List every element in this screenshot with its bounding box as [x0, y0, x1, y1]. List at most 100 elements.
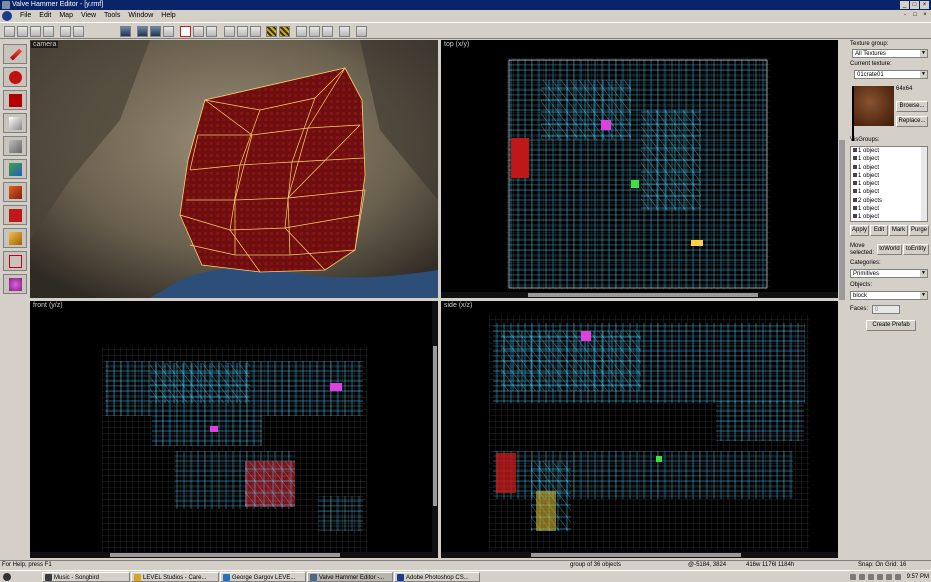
document-icon[interactable] [2, 11, 12, 21]
path-tool[interactable] [3, 274, 27, 294]
menu-view[interactable]: View [77, 10, 100, 22]
categories-select[interactable]: Primitives ▼ [850, 269, 928, 278]
clipping-tool[interactable] [3, 228, 27, 248]
side-viewport[interactable]: side (x/z) [441, 301, 838, 558]
top-viewport[interactable]: top (x/y) [441, 40, 838, 298]
visible-icon[interactable] [853, 189, 857, 194]
visible-icon[interactable] [853, 214, 857, 219]
front-hscroll[interactable] [30, 552, 438, 558]
tray-icon[interactable] [858, 574, 865, 580]
browse-button[interactable]: Browse... [896, 101, 928, 112]
front-vscroll-thumb[interactable] [433, 346, 437, 506]
visgroups-list[interactable]: 1 object 1 object 1 object 1 object 1 ob… [850, 146, 928, 222]
menu-map[interactable]: Map [55, 10, 77, 22]
entity-tool[interactable] [3, 113, 27, 133]
front-viewport[interactable]: front (y/z) [30, 301, 438, 558]
carve-icon[interactable] [120, 26, 131, 37]
minimize-button[interactable]: _ [900, 1, 909, 9]
edit-button[interactable]: Edit [870, 225, 888, 236]
task-level-studios[interactable]: LEVEL Studios - Care... [131, 572, 219, 582]
size-icon[interactable] [296, 26, 307, 37]
grid-3d-icon[interactable] [43, 26, 54, 37]
top-hscroll-thumb[interactable] [528, 293, 758, 297]
task-george-gargov[interactable]: George Gargov LEVE... [220, 572, 306, 582]
list-item[interactable]: 1 object [851, 205, 927, 213]
visible-icon[interactable] [853, 172, 857, 177]
to-world-button[interactable]: toWorld [877, 244, 902, 255]
top-hscroll[interactable] [441, 292, 838, 298]
start-button[interactable] [1, 572, 41, 582]
grid-toggle-icon[interactable] [4, 26, 15, 37]
grid-smaller-icon[interactable] [17, 26, 28, 37]
magnify-tool[interactable] [3, 67, 27, 87]
visgroups-scrollbar[interactable] [921, 147, 927, 221]
task-songbird[interactable]: Music - Songbird [42, 572, 130, 582]
block-tool[interactable] [3, 136, 27, 156]
current-texture-select[interactable]: 01crate01 ▼ [854, 70, 928, 79]
task-photoshop[interactable]: Adobe Photoshop CS... [394, 572, 480, 582]
camera-viewport[interactable]: camera [30, 40, 438, 298]
menu-help[interactable]: Help [157, 10, 179, 22]
front-vscroll[interactable] [432, 301, 438, 552]
copy-icon[interactable] [237, 26, 248, 37]
vertical-splitter[interactable] [839, 40, 845, 558]
tray-icon[interactable] [876, 574, 883, 580]
purge-button[interactable]: Purge [909, 225, 929, 236]
texture-tool[interactable] [3, 159, 27, 179]
apply-texture-tool[interactable] [3, 182, 27, 202]
ignore-group-icon[interactable] [206, 26, 217, 37]
texture-lock-icon[interactable] [322, 26, 333, 37]
vertex-manipulation-tool[interactable] [3, 251, 27, 271]
unhide-icon[interactable] [193, 26, 204, 37]
volume-icon[interactable] [894, 574, 901, 580]
list-item[interactable]: 1 object [851, 155, 927, 163]
visible-icon[interactable] [853, 206, 857, 211]
replace-button[interactable]: Replace... [896, 116, 928, 127]
maximize-button[interactable]: □ [910, 1, 919, 9]
texture-preview-image[interactable] [854, 86, 894, 126]
list-item[interactable]: 1 object [851, 180, 927, 188]
visible-icon[interactable] [853, 197, 857, 202]
list-item[interactable]: 1 object [851, 164, 927, 172]
tray-icon[interactable] [867, 574, 874, 580]
selection-tool[interactable] [3, 44, 27, 64]
clip-icon[interactable] [309, 26, 320, 37]
top-vscroll-thumb[interactable] [839, 140, 845, 300]
front-hscroll-thumb[interactable] [110, 553, 340, 557]
map-info-icon[interactable] [60, 26, 71, 37]
visible-icon[interactable] [853, 148, 857, 152]
grid-larger-icon[interactable] [30, 26, 41, 37]
visible-icon[interactable] [853, 164, 857, 169]
menu-file[interactable]: File [16, 10, 35, 22]
hollow-icon[interactable] [137, 26, 148, 37]
cut-icon[interactable] [224, 26, 235, 37]
paste-icon[interactable] [250, 26, 261, 37]
list-item[interactable]: 2 objects [851, 197, 927, 205]
decal-tool[interactable] [3, 205, 27, 225]
to-entity-button[interactable]: toEntity [903, 244, 929, 255]
list-item[interactable]: 1 object [851, 213, 927, 221]
task-hammer-editor[interactable]: Valve Hammer Editor -... [307, 572, 393, 582]
compile-icon[interactable] [356, 26, 367, 37]
ungroup-icon[interactable] [163, 26, 174, 37]
tray-icon[interactable] [849, 574, 856, 580]
mdi-close-button[interactable]: × [921, 11, 929, 19]
close-button[interactable]: × [920, 1, 929, 9]
menu-edit[interactable]: Edit [35, 10, 55, 22]
run-map-icon[interactable] [339, 26, 350, 37]
menu-tools[interactable]: Tools [100, 10, 124, 22]
faces-input[interactable]: 0 [872, 305, 900, 314]
menu-window[interactable]: Window [124, 10, 157, 22]
mdi-minimize-button[interactable]: - [901, 11, 909, 19]
list-item[interactable]: 1 object [851, 188, 927, 196]
group-icon[interactable] [150, 26, 161, 37]
list-item[interactable]: 1 object [851, 147, 927, 155]
side-hscroll-thumb[interactable] [531, 553, 741, 557]
apply-button[interactable]: Apply [850, 225, 869, 236]
camera-tool[interactable] [3, 90, 27, 110]
side-hscroll[interactable] [441, 552, 838, 558]
visible-icon[interactable] [853, 181, 857, 186]
mdi-restore-button[interactable]: □ [911, 11, 919, 19]
clock[interactable]: 9:57 PM [904, 574, 929, 580]
visible-icon[interactable] [853, 156, 857, 161]
